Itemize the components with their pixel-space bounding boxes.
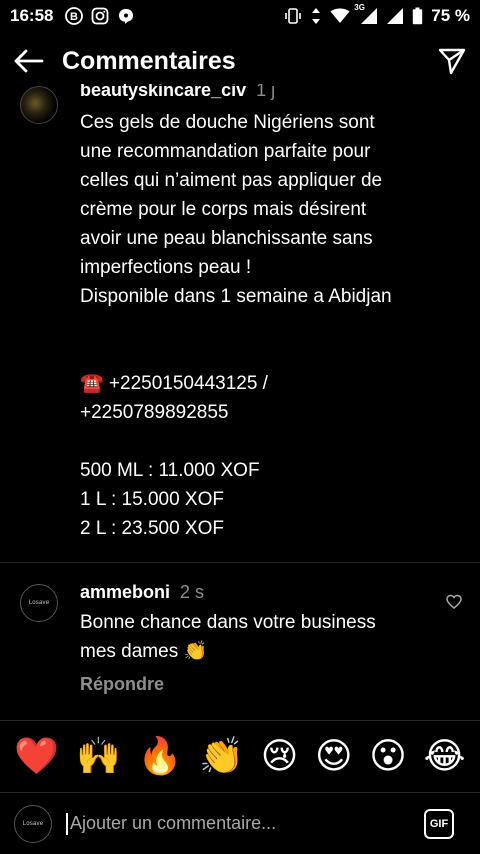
wifi-icon — [330, 7, 350, 25]
timestamp: 1 j — [256, 84, 276, 100]
signal-icon-2 — [386, 7, 404, 25]
system-icons: 3G 75 % — [284, 3, 470, 26]
emoji-fire[interactable]: 🔥 — [138, 738, 183, 775]
comment-header: ammeboni 2 s — [80, 582, 204, 603]
comments-list[interactable]: beautyskincare_civ 1 j Ces gels de douch… — [0, 84, 480, 718]
comment-header: beautyskincare_civ 1 j — [80, 84, 275, 101]
battery-icon — [412, 7, 423, 25]
status-time: 16:58 — [10, 6, 54, 25]
emoji-crying[interactable]: 😢 — [261, 738, 299, 775]
instagram-icon — [91, 7, 109, 25]
signal-label: 3G — [354, 3, 365, 12]
gif-button[interactable]: GIF — [424, 808, 454, 839]
emoji-heart-eyes[interactable]: 😍 — [315, 738, 353, 775]
divider — [0, 562, 480, 563]
send-icon[interactable] — [438, 47, 466, 75]
back-arrow-icon[interactable] — [14, 49, 44, 73]
comment-composer: Losave Ajouter un commentaire... GIF — [0, 792, 480, 854]
emoji-reaction-bar: ❤️ 🙌 🔥 👏 😢 😍 😮 😂 — [0, 720, 480, 792]
notification-icons: B — [65, 7, 135, 25]
data-transfer-icon — [310, 7, 322, 25]
comment-text: Ces gels de douche Nigériens sont une re… — [80, 112, 392, 539]
app-header: Commentaires — [0, 36, 480, 86]
page-title: Commentaires — [62, 46, 236, 75]
avatar[interactable]: Losave — [20, 584, 58, 622]
emoji-surprised[interactable]: 😮 — [369, 738, 407, 775]
vibrate-icon — [284, 7, 302, 25]
timestamp: 2 s — [180, 582, 205, 602]
username[interactable]: beautyskincare_civ — [80, 84, 246, 101]
bitcoin-icon: B — [65, 7, 84, 25]
battery-percentage: 75 % — [431, 6, 470, 25]
comment-text: Bonne chance dans votre business mes dam… — [80, 612, 376, 662]
username[interactable]: ammeboni — [80, 582, 170, 603]
text-caret — [66, 812, 68, 835]
reply-button[interactable]: Répondre — [80, 674, 164, 695]
heart-icon[interactable] — [446, 594, 462, 610]
status-bar: 16:58 B 3G 75 % — [0, 0, 480, 32]
avatar-label: Losave — [28, 600, 50, 606]
comment-input[interactable]: Ajouter un commentaire... — [70, 813, 276, 834]
chat-icon — [117, 7, 135, 25]
signal-icon: 3G — [354, 3, 378, 25]
emoji-raised-hands[interactable]: 🙌 — [76, 738, 121, 775]
emoji-laughing[interactable]: 😂 — [424, 738, 466, 775]
avatar[interactable] — [20, 86, 58, 124]
svg-text:B: B — [71, 11, 79, 23]
avatar-label: Losave — [22, 820, 44, 827]
avatar: Losave — [14, 804, 52, 843]
emoji-clapping[interactable]: 👏 — [199, 738, 244, 775]
emoji-heart[interactable]: ❤️ — [14, 738, 59, 775]
